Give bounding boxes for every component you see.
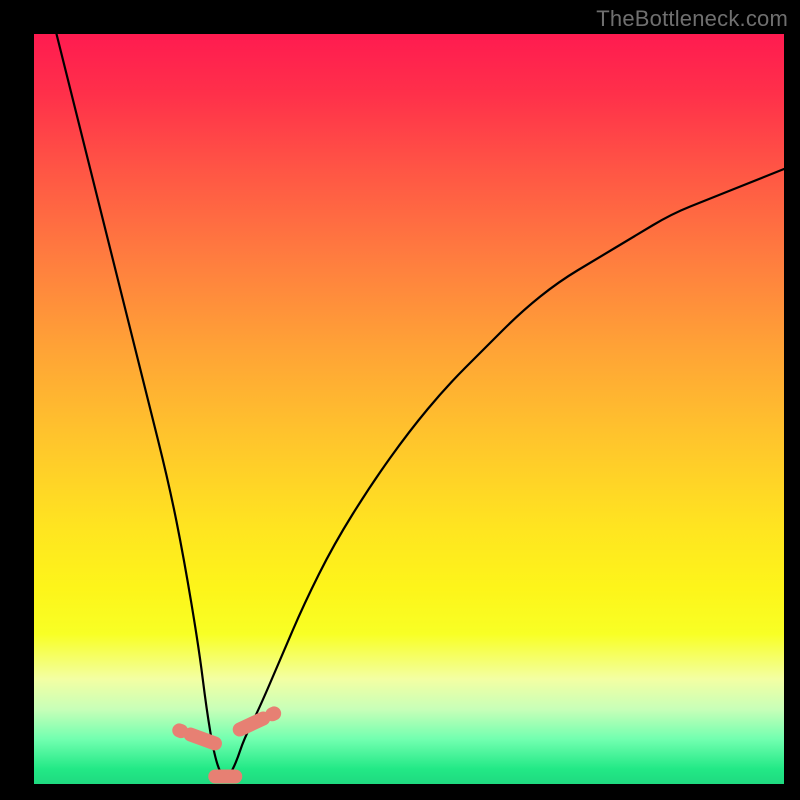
cluster-min bbox=[208, 770, 242, 784]
bottleneck-curve bbox=[57, 34, 785, 777]
curve-layer bbox=[34, 34, 784, 784]
watermark-text: TheBottleneck.com bbox=[596, 6, 788, 32]
plot-area bbox=[34, 34, 784, 784]
chart-frame: TheBottleneck.com bbox=[0, 0, 800, 800]
marker-group bbox=[170, 704, 283, 783]
